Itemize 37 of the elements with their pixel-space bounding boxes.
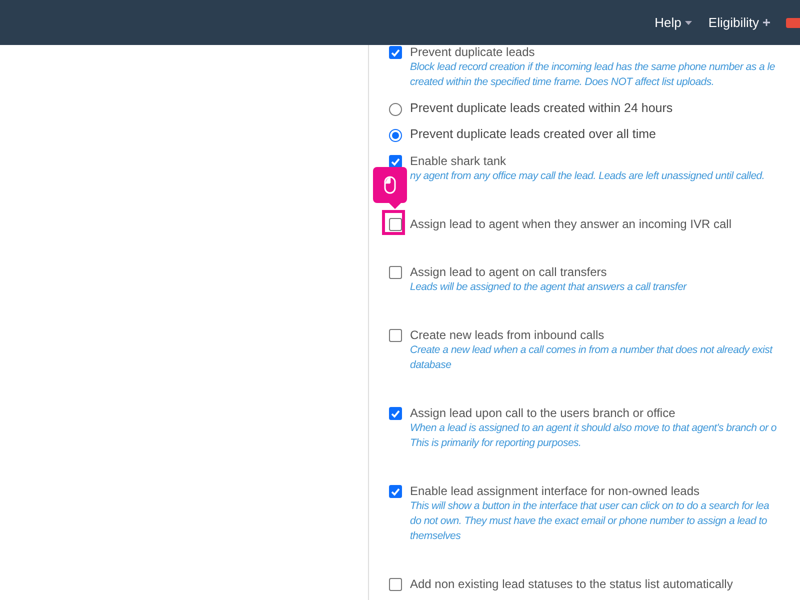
checkbox[interactable] (389, 329, 402, 342)
caret-icon (685, 20, 692, 24)
setting-description: themselves (410, 529, 462, 544)
checkbox[interactable] (389, 155, 402, 168)
setting-label: Prevent duplicate leads created within 24 hours (410, 101, 673, 116)
setting-label: Prevent duplicate leads (410, 45, 536, 60)
radio-button[interactable] (389, 103, 402, 116)
setting-label: Enable shark tank (410, 154, 508, 169)
setting-description: do not own. They must have the exact email or phone number to assign a lead to (410, 514, 768, 529)
checkbox[interactable] (389, 578, 402, 591)
setting-label: Prevent duplicate leads created over all time (410, 127, 656, 142)
setting-label: Add non existing lead statuses to the status list automatically (410, 577, 733, 592)
checkbox[interactable] (389, 485, 402, 498)
nav-link[interactable]: Eligibility (708, 12, 770, 32)
setting-description: Block lead record creation if the incoming lead has the same phone number as a le (410, 60, 775, 75)
checkbox[interactable] (389, 218, 402, 231)
setting-label: Assign lead upon call to the users branch or office (410, 406, 676, 421)
setting-label: Enable lead assignment interface for non-owned leads (410, 484, 701, 499)
setting-description: created within the specified time frame. Does NOT affect list uploads. (410, 75, 716, 90)
setting-label: Assign lead to agent when they answer an incoming IVR call (410, 217, 732, 232)
plus-icon (763, 19, 770, 26)
radio-button[interactable] (389, 129, 402, 142)
setting-label: Create new leads from inbound calls (410, 328, 606, 343)
help-menu-link[interactable]: Help (654, 12, 692, 32)
setting-label: Assign lead to agent on call transfers (410, 265, 608, 280)
mouse-icon (384, 176, 396, 194)
setting-description: Leads will be assigned to the agent that answers a call transfer (410, 280, 686, 295)
setting-description: database (410, 358, 452, 373)
setting-description: Create a new lead when a call comes in from a number that does not already exist (410, 343, 772, 358)
setting-description: This is primarily for reporting purposes. (410, 436, 582, 451)
checkbox[interactable] (389, 407, 402, 420)
checkbox[interactable] (389, 266, 402, 279)
setting-description: This will show a button in the interface that user can click on to do a search for lea (410, 499, 770, 514)
checkbox[interactable] (389, 46, 402, 59)
status-indicator (786, 18, 800, 28)
setting-description: ny agent from any office may call the lead. Leads are left unassigned until called. (410, 169, 765, 184)
setting-description: When a lead is assigned to an agent it should also move to that agent's branch or o (410, 421, 776, 436)
